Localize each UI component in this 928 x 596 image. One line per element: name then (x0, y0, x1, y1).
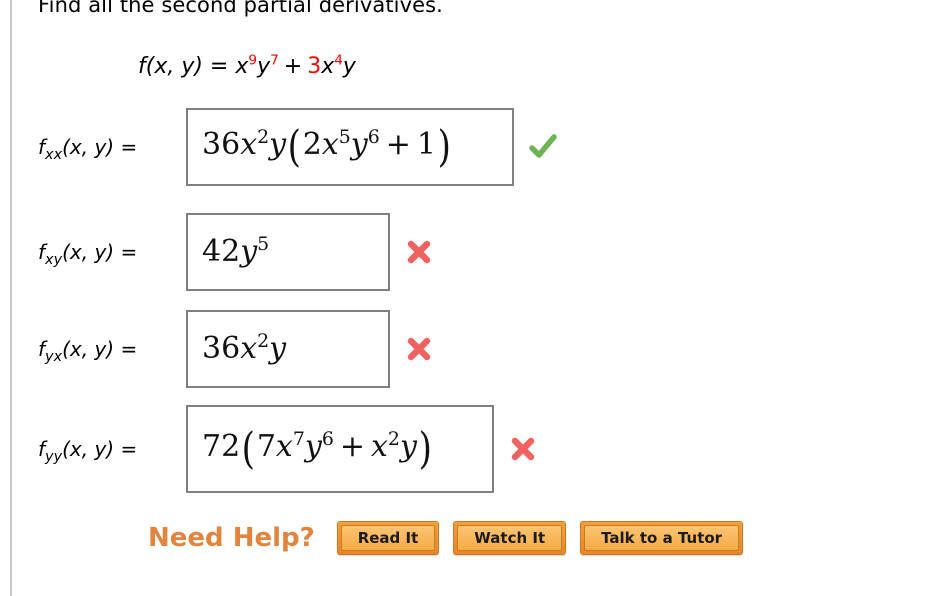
label-function-letter: f (38, 337, 46, 361)
expression-token: y (269, 331, 287, 366)
expression-token: x (370, 428, 388, 464)
expression-token: 36 (202, 331, 241, 366)
expression-token: x (240, 126, 258, 162)
expression-token: 6 (367, 125, 380, 148)
expression-token: 6 (321, 427, 334, 450)
answer-row-label: fxy(x, y) = (38, 240, 186, 267)
answer-row: fxx(x, y) = 36x2y(2x5y6 +1) (38, 108, 558, 186)
answer-input-box[interactable]: 72(7x7y6 + x2y) (186, 405, 494, 493)
label-arguments: (x, y) = (62, 337, 138, 361)
answer-input-box[interactable]: 36x2y (186, 310, 390, 388)
function-term1-var2: y (257, 54, 271, 79)
green-check-icon (528, 132, 558, 162)
expression-token: 2 (387, 427, 400, 450)
function-definition: f(x, y) = x9y7 +3x4y (138, 54, 356, 79)
label-subscript: xx (45, 147, 63, 163)
red-x-icon (508, 434, 538, 464)
expression-token: 36 (202, 126, 241, 162)
expression-token: ( (241, 423, 256, 474)
help-button-label: Talk to a Tutor (584, 525, 740, 551)
expression-token: y (240, 234, 258, 269)
expression-token: + (385, 126, 411, 162)
answer-row-label: fyx(x, y) = (38, 337, 186, 364)
answer-expression: 72(7x7y6 + x2y) (202, 428, 434, 471)
content-pane-left-rule (10, 0, 12, 596)
answer-row-label: fxx(x, y) = (38, 135, 186, 162)
expression-token: y (304, 428, 322, 464)
expression-token: + (339, 428, 365, 464)
answer-input-box[interactable]: 36x2y(2x5y6 +1) (186, 108, 514, 186)
label-function-letter: f (38, 437, 46, 461)
expression-token: x (240, 331, 258, 366)
answer-expression: 36x2y (202, 331, 287, 366)
function-term2-exponent: 4 (334, 52, 343, 69)
answer-expression: 36x2y(2x5y6 +1) (202, 126, 453, 169)
function-term2-var2: y (342, 54, 356, 79)
red-x-icon (404, 237, 434, 267)
function-definition-lhs: f(x, y) = (138, 54, 236, 79)
expression-token: ) (437, 121, 451, 172)
answer-input-box[interactable]: 42y5 (186, 213, 390, 291)
expression-token: 5 (257, 233, 270, 255)
answer-row: fyy(x, y) = 72(7x7y6 + x2y) (38, 405, 538, 493)
label-subscript: yy (45, 449, 63, 465)
label-arguments: (x, y) = (62, 437, 138, 461)
expression-token: 2 (257, 330, 270, 352)
label-arguments: (x, y) = (62, 240, 138, 264)
expression-token: y (399, 428, 417, 464)
function-term1-exponent: 9 (248, 52, 258, 69)
function-term2-base: x (321, 54, 335, 79)
expression-token: 1 (416, 126, 436, 162)
expression-token: 2 (257, 125, 270, 148)
expression-token: y (269, 126, 287, 162)
label-arguments: (x, y) = (62, 135, 138, 159)
expression-token: 2 (302, 126, 322, 162)
help-button-label: Watch It (457, 525, 563, 551)
red-x-icon (404, 334, 434, 364)
answer-row-label: fyy(x, y) = (38, 437, 186, 464)
expression-token: 72 (202, 428, 241, 464)
read-it-button[interactable]: Read It (336, 521, 440, 555)
need-help-bar: Need Help? Read It Watch It Talk to a Tuto… (148, 521, 757, 555)
label-subscript: yx (45, 349, 63, 365)
question-prompt: Find all the second partial derivatives. (38, 0, 443, 17)
function-operator: + (283, 54, 303, 79)
answer-row: fxy(x, y) = 42y5 (38, 213, 434, 291)
need-help-label: Need Help? (148, 523, 315, 553)
expression-token: 7 (256, 428, 276, 464)
function-term1-exponent2: 7 (270, 52, 279, 69)
expression-token: ) (418, 423, 432, 474)
function-term1-base: x (235, 54, 249, 79)
expression-token: 5 (338, 125, 351, 148)
expression-token: y (350, 126, 368, 162)
label-subscript: xy (45, 252, 63, 268)
help-button-label: Read It (340, 525, 436, 551)
expression-token: ( (287, 121, 302, 172)
expression-token: 7 (292, 427, 305, 450)
function-term2-coefficient: 3 (307, 54, 322, 79)
expression-token: x (321, 126, 339, 162)
talk-to-tutor-button[interactable]: Talk to a Tutor (580, 521, 744, 555)
answer-row: fyx(x, y) = 36x2y (38, 310, 434, 388)
label-function-letter: f (38, 135, 46, 159)
expression-token: x (275, 428, 293, 464)
watch-it-button[interactable]: Watch It (453, 521, 567, 555)
answer-expression: 42y5 (202, 234, 269, 269)
label-function-letter: f (38, 240, 46, 264)
expression-token: 42 (202, 234, 241, 269)
